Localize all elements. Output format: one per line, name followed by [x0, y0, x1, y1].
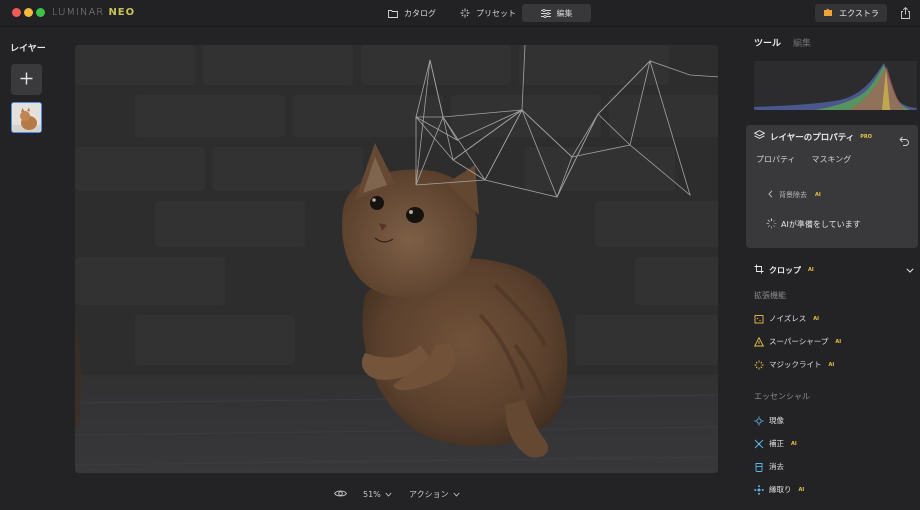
pro-badge: PRO	[860, 133, 873, 140]
eye-icon	[334, 489, 347, 500]
subtab-properties[interactable]: プロパティ	[756, 154, 796, 165]
layers-stack-icon	[753, 130, 766, 143]
ai-badge: AI	[815, 192, 821, 198]
layer-properties-panel: レイヤーのプロパティ PRO プロパティ マスキング 背景除去 AI AIが準備…	[746, 125, 918, 248]
share-icon	[900, 4, 911, 23]
zoom-dropdown[interactable]: 51%	[363, 487, 392, 501]
subtab-masking[interactable]: マスキング	[812, 154, 852, 165]
photo-canvas[interactable]	[75, 45, 718, 473]
tool-structure[interactable]: 縁取り AI	[754, 484, 804, 495]
layers-title: レイヤー	[10, 44, 46, 54]
histogram	[754, 61, 917, 110]
cat-photo-thumbnail	[12, 103, 41, 132]
plus-icon	[20, 70, 33, 89]
tool-crop[interactable]: クロップ AI	[754, 264, 914, 276]
cat-photo	[75, 45, 718, 473]
tab-tools[interactable]: ツール	[754, 36, 781, 49]
enhance-icon	[754, 439, 764, 449]
preview-toggle[interactable]	[334, 487, 347, 501]
layer-thumbnail[interactable]	[11, 102, 42, 133]
tool-magic-light[interactable]: マジックライト AI	[754, 359, 834, 370]
tool-enhance[interactable]: 補正 AI	[754, 438, 797, 449]
section-essentials-title: エッセンシャル	[754, 392, 810, 401]
tool-develop[interactable]: 現像	[754, 415, 791, 426]
background-removal-back[interactable]: 背景除去 AI	[768, 190, 821, 200]
sparkle-icon	[460, 8, 470, 18]
chevron-down-icon	[385, 490, 392, 499]
noiseless-icon	[754, 314, 764, 324]
actions-dropdown[interactable]: アクション	[409, 487, 460, 501]
share-button[interactable]	[898, 6, 912, 20]
layer-properties-title: レイヤーのプロパティ	[770, 132, 855, 143]
crop-icon	[754, 264, 764, 276]
sliders-icon	[540, 8, 551, 18]
ai-badge: AI	[808, 267, 814, 273]
puzzle-icon	[823, 7, 833, 19]
tool-supersharp[interactable]: スーパーシャープ AI	[754, 336, 841, 347]
magic-light-icon	[754, 360, 764, 370]
layer-properties-subtabs: プロパティ マスキング	[756, 154, 851, 165]
develop-icon	[754, 416, 764, 426]
minimize-window-button[interactable]	[24, 8, 33, 17]
close-window-button[interactable]	[12, 8, 21, 17]
ai-loading-status: AIが準備をしています	[766, 218, 861, 231]
chevron-down-icon	[906, 266, 914, 275]
structure-icon	[754, 484, 764, 495]
supersharp-icon	[754, 336, 764, 347]
app-logo: LUMINAR NEO	[52, 7, 136, 18]
layer-properties-header: レイヤーのプロパティ PRO	[753, 130, 873, 143]
tool-erase[interactable]: 消去	[754, 461, 791, 472]
zoom-window-button[interactable]	[36, 8, 45, 17]
add-layer-button[interactable]	[11, 64, 42, 95]
undo-icon[interactable]	[899, 131, 910, 146]
title-bar: LUMINAR NEO カタログ プリセット 編集 エクストラ	[0, 0, 920, 27]
chevron-down-icon	[453, 490, 460, 499]
tab-edits[interactable]: 編集	[793, 36, 811, 49]
spinner-icon	[766, 218, 777, 231]
tab-presets[interactable]: プリセット	[450, 4, 526, 22]
section-extensions-title: 拡張機能	[754, 291, 786, 300]
right-panel-tabs: ツール 編集	[754, 36, 811, 49]
folder-icon	[388, 8, 398, 18]
tab-catalog[interactable]: カタログ	[378, 4, 446, 22]
tab-edit[interactable]: 編集	[522, 4, 591, 22]
chevron-left-icon	[768, 190, 773, 200]
extras-button[interactable]: エクストラ	[815, 4, 887, 22]
tool-noiseless[interactable]: ノイズレス AI	[754, 313, 819, 324]
erase-icon	[754, 462, 764, 472]
